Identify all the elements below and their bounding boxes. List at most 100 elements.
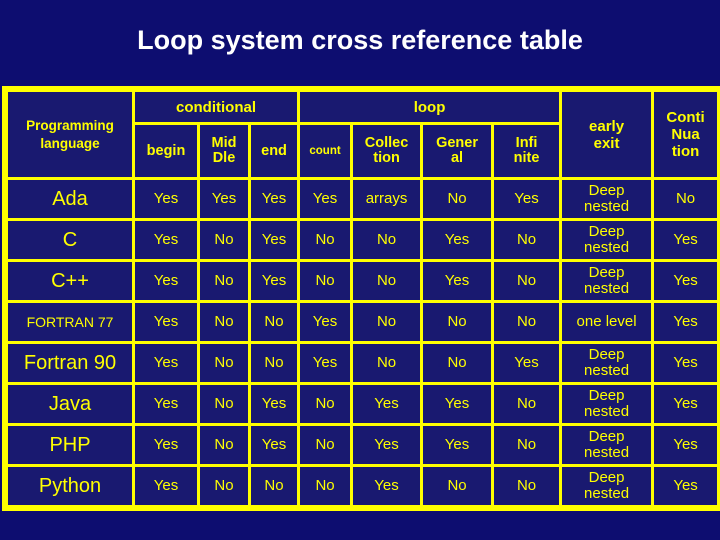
cell-continuation: Yes — [654, 467, 718, 505]
cell-early-exit-line1: Deep — [588, 346, 625, 363]
cell-collection: No — [353, 303, 421, 341]
cell-early-exit-line2: nested — [584, 239, 630, 256]
cell-begin: Yes — [135, 262, 197, 300]
cell-count: Yes — [300, 303, 351, 341]
cell-language: FORTRAN 77 — [8, 303, 132, 341]
cell-early-exit-line2: nested — [584, 485, 630, 502]
cell-middle: Yes — [200, 180, 248, 218]
cell-continuation: Yes — [654, 344, 718, 382]
header-programming-language-line2: language — [40, 135, 100, 151]
cell-collection: Yes — [353, 426, 421, 464]
cell-early-exit-line1: Deep — [588, 182, 625, 199]
cell-middle: No — [200, 221, 248, 259]
cell-early-exit-line2: nested — [584, 362, 630, 379]
header-col-general-line2: al — [450, 150, 464, 166]
cross-reference-table: Programming language conditional loop ea… — [2, 86, 720, 511]
page-title: Loop system cross reference table — [137, 25, 583, 55]
cell-general: No — [423, 467, 492, 505]
cell-general: Yes — [423, 221, 492, 259]
cell-early-exit: Deep nested — [562, 467, 652, 505]
cell-language: Java — [8, 385, 132, 423]
cell-count: No — [300, 221, 351, 259]
cell-general: Yes — [423, 385, 492, 423]
cell-continuation: Yes — [654, 385, 718, 423]
cell-middle: No — [200, 344, 248, 382]
cell-general: No — [423, 180, 492, 218]
header-col-middle-line1: Mid — [211, 135, 237, 151]
cell-end: No — [251, 467, 298, 505]
header-early-exit-line1: early — [589, 117, 625, 135]
header-col-begin: begin — [135, 125, 197, 177]
cell-general: Yes — [423, 262, 492, 300]
cell-count: No — [300, 426, 351, 464]
cell-early-exit-line2: nested — [584, 444, 630, 461]
cell-early-exit-line2: nested — [584, 198, 630, 215]
cell-collection: No — [353, 262, 421, 300]
table-row: FORTRAN 77 Yes No No Yes No No No one le… — [8, 303, 718, 341]
header-continuation-line2: Nua — [671, 126, 700, 143]
table-row: Python Yes No No No Yes No No Deep neste… — [8, 467, 718, 505]
table-row: Fortran 90 Yes No No Yes No No Yes Deep … — [8, 344, 718, 382]
cell-middle: No — [200, 467, 248, 505]
cell-middle: No — [200, 303, 248, 341]
header-col-collection-line2: tion — [373, 150, 400, 166]
cell-early-exit-line2: nested — [584, 280, 630, 297]
cell-end: Yes — [251, 180, 298, 218]
cell-continuation: Yes — [654, 426, 718, 464]
cell-infinite: Yes — [494, 344, 560, 382]
cell-infinite: No — [494, 262, 560, 300]
cell-early-exit: Deep nested — [562, 262, 652, 300]
cell-early-exit-line2: nested — [584, 403, 630, 420]
cell-early-exit: Deep nested — [562, 344, 652, 382]
cell-collection: arrays — [353, 180, 421, 218]
cell-early-exit-line1: Deep — [588, 469, 625, 486]
cell-general: No — [423, 303, 492, 341]
cell-begin: Yes — [135, 344, 197, 382]
cell-end: Yes — [251, 385, 298, 423]
table-row: C Yes No Yes No No Yes No Deep nested Ye… — [8, 221, 718, 259]
slide-canvas: Loop system cross reference table Progra… — [0, 0, 720, 540]
cell-infinite: No — [494, 467, 560, 505]
cell-continuation: Yes — [654, 303, 718, 341]
table-row: Ada Yes Yes Yes Yes arrays No Yes Deep n… — [8, 180, 718, 218]
header-col-general: Gener al — [423, 125, 492, 177]
cell-early-exit: Deep nested — [562, 180, 652, 218]
cell-begin: Yes — [135, 385, 197, 423]
table-row: Java Yes No Yes No Yes Yes No Deep neste… — [8, 385, 718, 423]
cell-collection: No — [353, 221, 421, 259]
cell-begin: Yes — [135, 221, 197, 259]
cell-end: No — [251, 303, 298, 341]
header-col-middle: Mid Dle — [200, 125, 248, 177]
cell-end: No — [251, 344, 298, 382]
cell-early-exit: Deep nested — [562, 385, 652, 423]
cell-infinite: No — [494, 303, 560, 341]
cell-end: Yes — [251, 221, 298, 259]
cell-language: Fortran 90 — [8, 344, 132, 382]
header-col-middle-line2: Dle — [212, 150, 236, 166]
header-col-count: count — [300, 125, 351, 177]
cell-general: No — [423, 344, 492, 382]
cell-language: Python — [8, 467, 132, 505]
cell-continuation: Yes — [654, 262, 718, 300]
cell-general: Yes — [423, 426, 492, 464]
header-col-general-line1: Gener — [436, 135, 478, 151]
cell-collection: No — [353, 344, 421, 382]
cell-early-exit-line1: Deep — [588, 428, 625, 445]
header-col-infinite: Infi nite — [494, 125, 560, 177]
cell-collection: Yes — [353, 385, 421, 423]
cell-middle: No — [200, 385, 248, 423]
cell-begin: Yes — [135, 426, 197, 464]
cell-language: Ada — [8, 180, 132, 218]
cell-count: Yes — [300, 180, 351, 218]
header-col-collection: Collec tion — [353, 125, 421, 177]
header-continuation-line3: tion — [671, 143, 700, 160]
header-col-end: end — [251, 125, 298, 177]
header-programming-language-line1: Programming — [26, 117, 114, 133]
header-group-conditional: conditional — [135, 92, 298, 122]
cross-reference-table-container: Programming language conditional loop ea… — [2, 86, 720, 511]
header-col-infinite-line1: Infi — [515, 135, 538, 151]
header-col-infinite-line2: nite — [513, 150, 540, 166]
header-early-exit-line2: exit — [593, 134, 620, 152]
cell-begin: Yes — [135, 180, 197, 218]
header-programming-language: Programming language — [8, 92, 132, 177]
